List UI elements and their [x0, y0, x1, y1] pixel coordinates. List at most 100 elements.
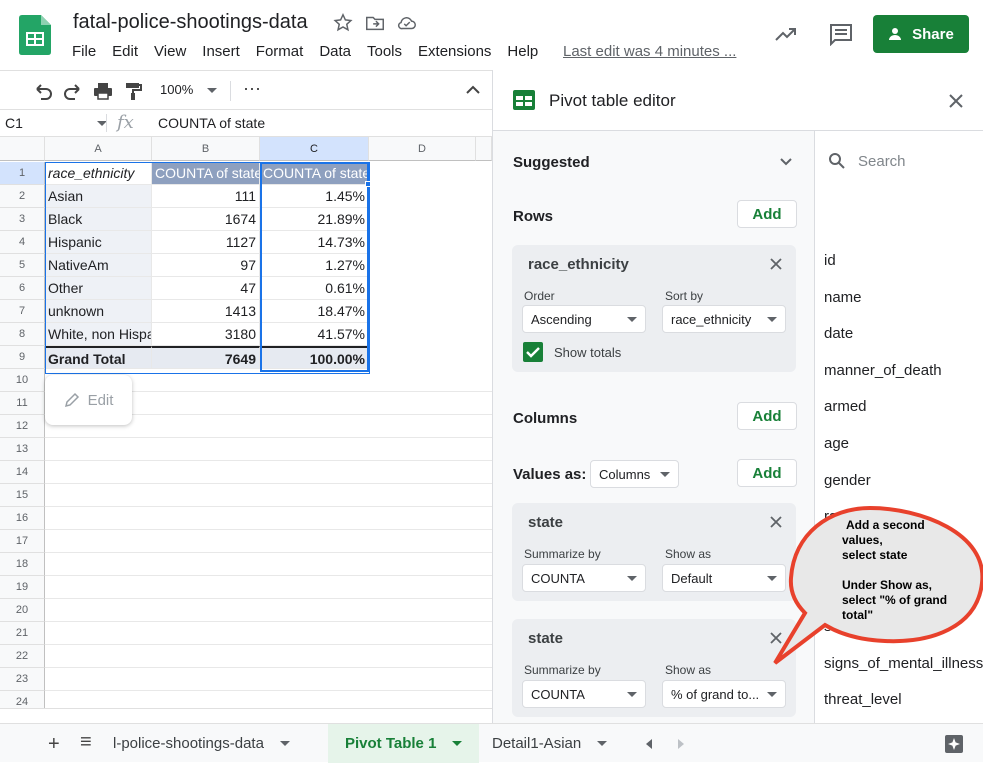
pivot-header-cell[interactable]: COUNTA of state: [152, 162, 260, 185]
sheet-tab-detail[interactable]: Detail1-Asian: [492, 724, 608, 763]
all-sheets-icon[interactable]: ≡: [80, 731, 92, 754]
column-header-d[interactable]: D: [369, 137, 476, 161]
explore-icon[interactable]: [944, 734, 964, 754]
field-item[interactable]: date: [824, 325, 853, 342]
menu-view[interactable]: View: [154, 43, 186, 60]
menu-help[interactable]: Help: [507, 43, 538, 60]
row-header[interactable]: 10: [0, 369, 45, 392]
column-header-a[interactable]: A: [45, 137, 152, 161]
cloud-status-icon[interactable]: [396, 12, 418, 34]
field-item[interactable]: armed: [824, 398, 867, 415]
pivot-header-cell[interactable]: race_ethnicity: [45, 162, 152, 185]
remove-value-field-1-icon[interactable]: [768, 514, 784, 530]
value-cell[interactable]: 1127: [152, 231, 260, 254]
add-sheet-icon[interactable]: +: [48, 733, 60, 756]
row-header[interactable]: 3: [0, 208, 45, 231]
menu-extensions[interactable]: Extensions: [418, 43, 491, 60]
row-label-cell[interactable]: White, non Hispanic: [45, 323, 152, 346]
show-as-dropdown-1[interactable]: Default: [662, 564, 786, 592]
add-column-button[interactable]: Add: [737, 402, 797, 430]
document-title[interactable]: fatal-police-shootings-data: [73, 11, 308, 34]
field-item[interactable]: manner_of_death: [824, 362, 942, 379]
chevron-down-icon[interactable]: [779, 157, 793, 167]
value-cell[interactable]: 1674: [152, 208, 260, 231]
column-header-e[interactable]: [476, 137, 492, 161]
row-label-cell[interactable]: unknown: [45, 300, 152, 323]
zoom-select[interactable]: 100%: [160, 82, 217, 97]
select-all-corner[interactable]: [0, 137, 45, 161]
order-dropdown[interactable]: Ascending: [522, 305, 646, 333]
fill-handle[interactable]: [365, 181, 371, 187]
print-icon[interactable]: [92, 80, 114, 102]
grand-total-cell[interactable]: 7649: [152, 346, 260, 369]
value-cell[interactable]: 18.47%: [260, 300, 369, 323]
row-header[interactable]: 2: [0, 185, 45, 208]
sheet-tab-data[interactable]: l-police-shootings-data: [113, 724, 290, 763]
row-header[interactable]: 22: [0, 645, 45, 668]
values-as-dropdown[interactable]: Columns: [590, 460, 679, 488]
add-row-button[interactable]: Add: [737, 200, 797, 228]
row-header[interactable]: 9: [0, 346, 45, 369]
row-header[interactable]: 5: [0, 254, 45, 277]
field-item[interactable]: name: [824, 289, 862, 306]
show-totals-checkbox[interactable]: [523, 342, 543, 362]
row-header[interactable]: 12: [0, 415, 45, 438]
menu-format[interactable]: Format: [256, 43, 304, 60]
menu-data[interactable]: Data: [319, 43, 351, 60]
star-icon[interactable]: [332, 12, 354, 34]
row-label-cell[interactable]: Other: [45, 277, 152, 300]
column-header-b[interactable]: B: [152, 137, 260, 161]
row-header[interactable]: 1: [0, 162, 45, 185]
row-label-cell[interactable]: NativeAm: [45, 254, 152, 277]
sheet-tab-data-caret-icon[interactable]: [279, 741, 290, 746]
paint-format-icon[interactable]: [122, 80, 144, 102]
row-header[interactable]: 6: [0, 277, 45, 300]
row-header[interactable]: 23: [0, 668, 45, 691]
summarize-by-dropdown-1[interactable]: COUNTA: [522, 564, 646, 592]
field-item[interactable]: threat_level: [824, 691, 902, 708]
pivot-edit-button[interactable]: Edit: [45, 375, 132, 425]
name-box[interactable]: C1: [5, 115, 23, 131]
menu-insert[interactable]: Insert: [202, 43, 240, 60]
row-header[interactable]: 4: [0, 231, 45, 254]
add-value-button[interactable]: Add: [737, 459, 797, 487]
row-header[interactable]: 8: [0, 323, 45, 346]
remove-row-field-icon[interactable]: [768, 256, 784, 272]
show-as-dropdown-2[interactable]: % of grand to...: [662, 680, 786, 708]
remove-value-field-2-icon[interactable]: [768, 630, 784, 646]
value-cell[interactable]: 111: [152, 185, 260, 208]
redo-icon[interactable]: [62, 80, 84, 102]
sheets-logo-icon[interactable]: [19, 15, 51, 55]
summarize-by-dropdown-2[interactable]: COUNTA: [522, 680, 646, 708]
grand-total-cell[interactable]: 100.00%: [260, 346, 369, 369]
trending-icon[interactable]: [773, 22, 799, 46]
row-header[interactable]: 17: [0, 530, 45, 553]
column-header-c[interactable]: C: [260, 137, 369, 161]
row-header[interactable]: 7: [0, 300, 45, 323]
sheet-tab-detail-caret-icon[interactable]: [597, 741, 608, 746]
value-cell[interactable]: 0.61%: [260, 277, 369, 300]
scroll-tabs-right-icon[interactable]: [675, 737, 687, 751]
more-options-icon[interactable]: ⋯: [243, 79, 261, 100]
value-cell[interactable]: 21.89%: [260, 208, 369, 231]
row-label-cell[interactable]: Hispanic: [45, 231, 152, 254]
last-edit-link[interactable]: Last edit was 4 minutes ...: [563, 43, 736, 60]
sheet-tab-pivot[interactable]: Pivot Table 1: [328, 724, 480, 763]
value-cell[interactable]: 47: [152, 277, 260, 300]
menu-file[interactable]: File: [72, 43, 96, 60]
row-header[interactable]: 24: [0, 691, 45, 708]
value-cell[interactable]: 41.57%: [260, 323, 369, 346]
row-header[interactable]: 16: [0, 507, 45, 530]
collapse-toolbar-icon[interactable]: [464, 83, 482, 97]
field-item[interactable]: age: [824, 435, 849, 452]
field-item[interactable]: signs_of_mental_illness: [824, 655, 983, 672]
undo-icon[interactable]: [32, 80, 54, 102]
scroll-tabs-left-icon[interactable]: [643, 737, 655, 751]
sheet-tab-pivot-caret-icon[interactable]: [452, 741, 463, 746]
close-icon[interactable]: [945, 90, 967, 112]
menu-edit[interactable]: Edit: [112, 43, 138, 60]
comment-icon[interactable]: [828, 22, 854, 46]
menu-tools[interactable]: Tools: [367, 43, 402, 60]
value-cell[interactable]: 97: [152, 254, 260, 277]
pivot-header-cell[interactable]: COUNTA of state: [260, 162, 369, 185]
